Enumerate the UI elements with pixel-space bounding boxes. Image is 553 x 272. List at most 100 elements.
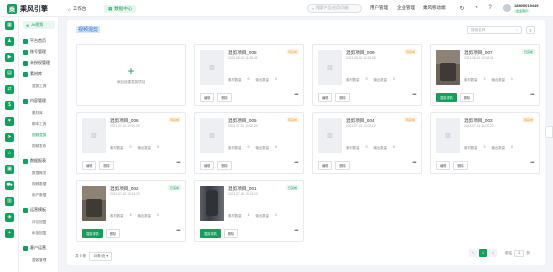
home-icon[interactable]: ⌂: [5, 149, 14, 158]
sidebar-item-material-library[interactable]: 素材库: [32, 111, 43, 116]
material-count-label: 素材数量: [110, 214, 124, 218]
page-size-value: 15条/页: [93, 254, 106, 258]
heart-icon[interactable]: ♥: [5, 117, 14, 126]
play-icon[interactable]: ▶: [5, 53, 14, 62]
project-card[interactable]: ▨ 混剪项目_006 2023-07-31 10:01:35 待完成 素材数量 0…: [76, 112, 186, 174]
sidebar-item-video-mix[interactable]: 视频混剪: [32, 133, 46, 138]
sidebar-group-home[interactable]: 平台首页: [23, 38, 46, 44]
sidebar-item-video-data[interactable]: 视频数据: [32, 182, 46, 187]
sidebar-item-leads[interactable]: 潜客管理: [32, 258, 46, 263]
edit-button[interactable]: 编辑: [318, 93, 333, 102]
notification-icon[interactable]: ◔: [472, 4, 480, 12]
sidebar-item-mix-tool[interactable]: 混剪工具: [32, 84, 46, 89]
share-icon[interactable]: ⇄: [5, 85, 14, 94]
pagination: ‹ 1 › 前往 1 页: [469, 249, 530, 257]
project-card[interactable]: ▨ 混剪项目_003 2023-07-31 10:02:22 待完成 素材数量 0…: [430, 112, 540, 174]
help-icon[interactable]: ?: [486, 4, 494, 12]
more-icon[interactable]: •••: [176, 160, 180, 166]
grid-icon[interactable]: ▦: [5, 21, 14, 30]
brand[interactable]: 乘 乘风引擎: [7, 4, 48, 14]
project-card[interactable]: 混剪项目_002 2023-07-26 19:13:25 已完成 素材数量 5 输…: [76, 180, 186, 242]
sidebar-group-content[interactable]: 内容管理: [23, 98, 46, 104]
add-project-card[interactable]: + 添加创建混剪项目: [76, 44, 186, 106]
more-icon[interactable]: •••: [294, 92, 298, 98]
edit-button[interactable]: 编辑: [436, 161, 451, 170]
more-icon[interactable]: •••: [530, 92, 534, 98]
sidebar-group-materials[interactable]: 素材库: [23, 71, 42, 77]
delete-button[interactable]: 删除: [105, 229, 121, 238]
filter-button[interactable]: ≡: [526, 26, 535, 34]
card-actions: 混剪详情 删除: [82, 229, 121, 238]
sidebar-item-ai-video[interactable]: ⊕ AI视频: [23, 21, 55, 29]
delete-button[interactable]: 删除: [459, 93, 475, 102]
output-count-label: 输出数量: [137, 146, 152, 150]
edit-button[interactable]: 编辑: [200, 93, 215, 102]
project-stats: 素材数量 0 输出数量 0: [346, 77, 395, 82]
mix-details-button[interactable]: 混剪详情: [82, 229, 103, 238]
project-card[interactable]: ▨ 混剪项目_004 2023-07-31 10:02:12 待完成 素材数量 0…: [312, 112, 422, 174]
shop-icon[interactable]: ▣: [5, 165, 14, 174]
goto-page-input[interactable]: 1: [514, 249, 525, 257]
project-search-input[interactable]: 搜索名称 ⌕: [467, 26, 522, 34]
sidebar-group-customer-ops[interactable]: 客户运营: [23, 245, 46, 251]
more-icon[interactable]: •••: [294, 228, 298, 234]
project-stats: 素材数量 0 输出数量 0: [228, 77, 277, 82]
sidebar-group-accounts[interactable]: 账号管理: [23, 49, 46, 55]
edit-button[interactable]: 编辑: [200, 161, 215, 170]
sidebar-group-reports[interactable]: 数据报表: [23, 158, 46, 164]
avatar[interactable]: [502, 3, 512, 13]
sidebar-group-ops-templates[interactable]: 运营模板: [23, 207, 46, 213]
project-card[interactable]: ▨ 混剪项目_005 2023-07-31 10:02:04 待完成 素材数量 0…: [194, 112, 304, 174]
edit-button[interactable]: 编辑: [318, 161, 333, 170]
refresh-icon[interactable]: ↻: [458, 4, 466, 12]
global-search-input[interactable]: ⌕ 搜索产品/应用/功能: [307, 4, 362, 13]
delete-button[interactable]: 删除: [335, 161, 350, 170]
delete-button[interactable]: 删除: [335, 93, 350, 102]
page-size-select[interactable]: 15条/页 ▾: [89, 252, 113, 261]
project-card[interactable]: ▨ 混剪项目_008 2023-08-02 11:38:49 待完成 素材数量 0…: [194, 44, 304, 106]
more-icon[interactable]: •••: [412, 160, 416, 166]
material-count: 0: [483, 145, 486, 149]
delete-button[interactable]: 删除: [217, 161, 232, 170]
mix-details-button[interactable]: 混剪详情: [200, 229, 221, 238]
next-page-button[interactable]: ›: [489, 249, 497, 257]
dollar-icon[interactable]: $: [5, 101, 14, 110]
project-card[interactable]: 混剪项目_007 2023-08-01 19:18:31 已完成 素材数量 2 输…: [430, 44, 540, 106]
sidebar-group-unauthorized[interactable]: 未授权管理: [23, 60, 50, 66]
more-icon[interactable]: •••: [294, 160, 298, 166]
delete-button[interactable]: 删除: [453, 161, 468, 170]
book-icon[interactable]: ▥: [5, 197, 14, 206]
more-icon[interactable]: •••: [176, 228, 180, 234]
menu-user-management[interactable]: 用户管理: [370, 5, 388, 11]
user-phone[interactable]: 18800019449: [514, 3, 538, 8]
menu-enterprise-management[interactable]: 企业管理: [397, 5, 415, 11]
plus-icon[interactable]: +: [5, 229, 14, 238]
more-icon[interactable]: •••: [530, 160, 534, 166]
users-icon[interactable]: ♟: [5, 37, 14, 46]
cart-icon[interactable]: ⛟: [5, 181, 14, 190]
menu-mobile[interactable]: 乘风移动端: [423, 5, 446, 11]
sidebar-item-video-publish[interactable]: 视频发布: [32, 144, 46, 149]
layers-icon[interactable]: ◈: [5, 213, 14, 222]
delete-button[interactable]: 删除: [223, 229, 239, 238]
sidebar-item-dm-reply[interactable]: 私信回复: [32, 231, 46, 236]
card-actions: 编辑 删除: [318, 161, 350, 170]
sidebar-item-user-data[interactable]: 用户数据: [32, 193, 46, 198]
send-icon[interactable]: ➤: [5, 133, 14, 142]
prev-page-button[interactable]: ‹: [469, 249, 477, 257]
project-card[interactable]: 混剪项目_001 2023-07-26 19:13:23 已完成 素材数量 1 输…: [194, 180, 304, 242]
mix-details-button[interactable]: 混剪详情: [436, 93, 457, 102]
floating-helper-button[interactable]: [545, 126, 553, 138]
nav-tab-data-center[interactable]: ▦ 数据中心: [104, 5, 137, 13]
sidebar-item-script-tool[interactable]: 脚本工具: [32, 122, 46, 127]
project-card[interactable]: ▨ 混剪项目_009 2023-08-02 10:20:58 待完成 素材数量 0…: [312, 44, 422, 106]
nav-tab-workbench[interactable]: ⌂ 工作台: [64, 5, 90, 13]
doc-icon[interactable]: ▤: [5, 69, 14, 78]
sidebar-item-comment-reply[interactable]: 评论回复: [32, 220, 46, 225]
edit-button[interactable]: 编辑: [82, 161, 97, 170]
page-button-1[interactable]: 1: [479, 249, 487, 257]
more-icon[interactable]: •••: [412, 92, 416, 98]
delete-button[interactable]: 删除: [99, 161, 114, 170]
delete-button[interactable]: 删除: [217, 93, 232, 102]
sidebar-item-data-overview[interactable]: 数据概览: [32, 171, 46, 176]
